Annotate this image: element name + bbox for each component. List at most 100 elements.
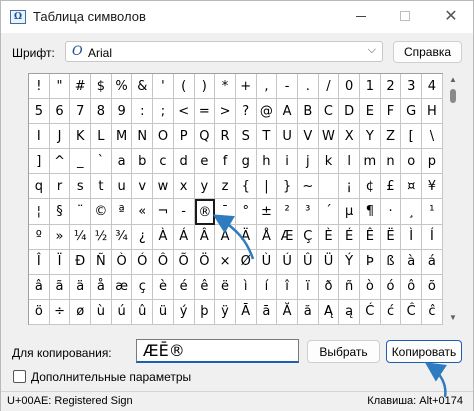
char-cell[interactable]: × [215,249,236,275]
char-cell[interactable]: r [49,174,71,200]
char-cell[interactable]: ¯ [215,199,236,225]
char-cell[interactable]: X [339,124,360,150]
char-cell[interactable]: â [29,274,50,300]
char-cell[interactable]: v [132,174,154,200]
char-cell[interactable]: 8 [91,99,112,125]
char-cell[interactable]: V [297,124,319,150]
char-cell[interactable]: W [318,124,340,150]
char-cell[interactable]: A [277,99,298,125]
char-cell[interactable]: b [132,149,154,175]
char-cell[interactable]: ó [380,274,402,300]
char-cell[interactable]: : [132,99,154,125]
char-cell[interactable]: G [401,99,423,125]
char-cell[interactable]: ¾ [111,224,133,250]
char-cell[interactable]: ß [380,249,402,275]
char-cell[interactable]: Y [360,124,381,150]
char-cell[interactable]: k [318,149,340,175]
char-cell[interactable]: ! [29,74,50,100]
char-cell[interactable]: 5 [29,99,50,125]
char-cell[interactable]: T [256,124,278,150]
char-cell[interactable]: 7 [70,99,92,125]
char-cell[interactable]: { [235,174,257,200]
char-cell[interactable]: ª [111,199,133,225]
char-cell[interactable]: Â [194,224,216,250]
char-cell[interactable]: \ [422,124,443,150]
minimize-button[interactable] [341,1,381,31]
char-cell[interactable]: a [111,149,133,175]
char-cell[interactable]: i [277,149,298,175]
char-cell[interactable]: ā [256,299,278,325]
char-cell[interactable]: Å [256,224,278,250]
char-cell[interactable]: U [277,124,298,150]
char-cell[interactable] [318,174,340,200]
char-cell[interactable]: # [70,74,92,100]
char-cell[interactable]: Ç [297,224,319,250]
char-cell[interactable]: ¨ [70,199,92,225]
scroll-up-icon[interactable]: ▲ [449,75,457,84]
char-cell[interactable]: h [256,149,278,175]
char-cell[interactable]: l [339,149,360,175]
char-cell[interactable]: 0 [339,74,360,100]
char-cell[interactable]: ć [380,299,402,325]
char-cell[interactable]: d [173,149,195,175]
char-cell[interactable]: ü [153,299,174,325]
char-cell[interactable]: > [215,99,236,125]
char-cell[interactable]: ¼ [70,224,92,250]
char-cell[interactable]: B [297,99,319,125]
char-cell[interactable]: » [49,224,71,250]
char-cell[interactable]: ö [29,299,50,325]
char-cell[interactable]: ) [194,74,216,100]
char-cell[interactable]: à [401,249,423,275]
char-cell[interactable]: H [422,99,443,125]
char-cell[interactable]: j [297,149,319,175]
char-cell[interactable]: J [49,124,71,150]
char-cell[interactable]: L [91,124,112,150]
char-cell[interactable]: Ã [215,224,236,250]
char-cell[interactable]: é [173,274,195,300]
char-cell[interactable]: Ā [235,299,257,325]
char-cell[interactable]: Ü [318,249,340,275]
font-dropdown[interactable]: O Arial ⌵ [65,41,383,62]
char-cell[interactable]: ¤ [401,174,423,200]
char-cell[interactable]: R [215,124,236,150]
char-cell[interactable]: û [132,299,154,325]
char-cell[interactable]: ç [132,274,154,300]
char-cell[interactable]: , [256,74,278,100]
char-cell[interactable]: - [173,199,195,225]
char-cell[interactable]: < [173,99,195,125]
char-cell[interactable]: å [91,274,112,300]
char-cell[interactable]: Q [194,124,216,150]
char-cell[interactable]: o [401,149,423,175]
grid-scrollbar[interactable]: ▲ ▼ [446,73,461,325]
char-cell[interactable]: ³ [297,199,319,225]
char-cell[interactable]: þ [194,299,216,325]
char-cell[interactable]: Ó [132,249,154,275]
char-cell[interactable]: ã [49,274,71,300]
char-cell[interactable]: } [277,174,298,200]
char-cell[interactable]: N [132,124,154,150]
char-cell[interactable]: î [277,274,298,300]
char-cell[interactable]: ÷ [49,299,71,325]
char-cell[interactable]: µ [339,199,360,225]
char-cell[interactable]: ( [173,74,195,100]
char-cell[interactable]: g [235,149,257,175]
char-cell[interactable]: ¿ [132,224,154,250]
char-cell[interactable]: f [215,149,236,175]
char-cell[interactable]: 9 [111,99,133,125]
maximize-button[interactable] [385,1,425,31]
char-cell[interactable]: Û [297,249,319,275]
char-cell[interactable]: Ä [235,224,257,250]
char-cell[interactable]: ½ [91,224,112,250]
char-cell[interactable]: Õ [173,249,195,275]
char-cell[interactable]: ï [297,274,319,300]
scroll-thumb[interactable] [450,89,456,103]
char-cell[interactable]: ì [235,274,257,300]
char-cell[interactable]: $ [91,74,112,100]
char-cell[interactable]: ô [401,274,423,300]
char-cell[interactable]: ù [91,299,112,325]
char-cell[interactable]: Þ [360,249,381,275]
char-cell[interactable]: ¬ [153,199,174,225]
char-cell[interactable]: * [215,74,236,100]
char-cell[interactable]: w [153,174,174,200]
char-cell[interactable]: ; [153,99,174,125]
